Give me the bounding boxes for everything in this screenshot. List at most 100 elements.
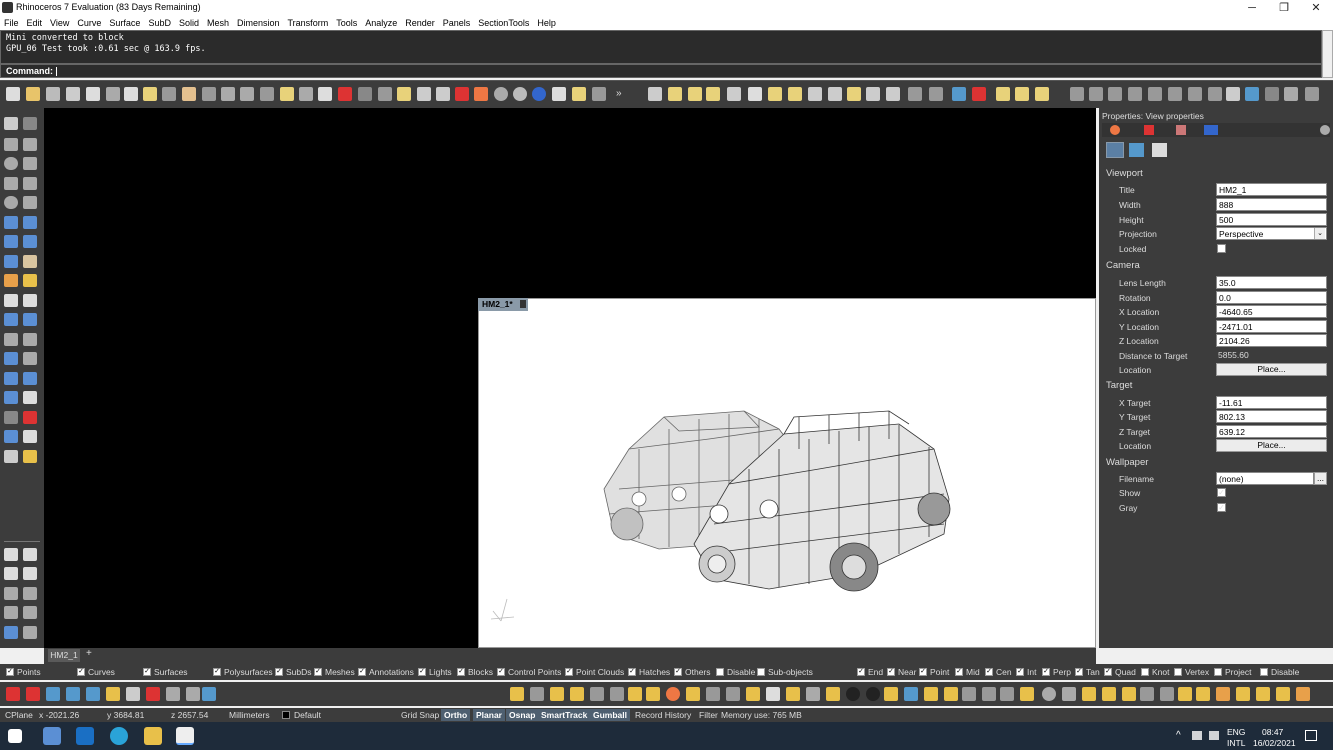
osnap-point[interactable]: ✓ Point [919, 667, 949, 677]
grid-points-icon[interactable] [397, 87, 411, 101]
hand-icon[interactable] [23, 274, 37, 287]
osnap-end[interactable]: ✓ End [857, 667, 883, 677]
filename-field[interactable]: (none) [1216, 472, 1314, 485]
text-object-icon[interactable] [1284, 87, 1298, 101]
menu-help[interactable]: Help [533, 16, 560, 30]
black-sphere-icon[interactable] [846, 687, 860, 701]
cylinder-icon[interactable] [4, 255, 18, 268]
add-viewport-tab-button[interactable]: + [86, 648, 92, 659]
paint-bucket-icon[interactable] [766, 687, 780, 701]
show-icon[interactable] [866, 87, 880, 101]
menu-panels[interactable]: Panels [439, 16, 475, 30]
decal-tab-icon[interactable] [1176, 125, 1186, 135]
rhino-taskbar-icon[interactable] [176, 727, 194, 745]
cone-icon[interactable] [1296, 687, 1310, 701]
osnap-knot[interactable]: Knot [1141, 667, 1170, 677]
volume-icon[interactable] [1209, 731, 1219, 740]
show-checkbox[interactable]: ✓ [1217, 488, 1226, 497]
box-icon[interactable] [4, 235, 18, 248]
windows-start-icon[interactable] [8, 729, 22, 743]
record-history-toggle[interactable]: Record History [632, 709, 694, 721]
save-icon[interactable] [46, 87, 60, 101]
width-field[interactable]: 888 [1216, 198, 1327, 211]
map-icon[interactable] [904, 687, 918, 701]
cplane-view-icon[interactable] [1128, 87, 1142, 101]
osnap-cen[interactable]: ✓ Cen [985, 667, 1012, 677]
cplane-rotate-icon[interactable] [1168, 87, 1182, 101]
crosshair-icon[interactable] [4, 567, 18, 580]
fillet-icon[interactable] [4, 313, 18, 326]
gumball-toggle[interactable]: Gumball [590, 709, 631, 721]
analysis-icon[interactable] [4, 430, 18, 443]
x-target-field[interactable]: -11.61 [1216, 396, 1327, 409]
title-field[interactable]: HM2_1 [1216, 183, 1327, 196]
y-target-field[interactable]: 802.13 [1216, 410, 1327, 423]
filter-subds[interactable]: ✓ SubDs [275, 667, 312, 677]
twist-icon[interactable] [826, 687, 840, 701]
filter-control-points[interactable]: ✓ Control Points [497, 667, 561, 677]
menu-surface[interactable]: Surface [105, 16, 144, 30]
close-button[interactable]: ✕ [1300, 0, 1332, 16]
lens-length-field[interactable]: 35.0 [1216, 276, 1327, 289]
menu-edit[interactable]: Edit [23, 16, 47, 30]
layer-search-icon[interactable] [166, 687, 180, 701]
dot-pattern-icon[interactable] [726, 687, 740, 701]
pan-icon[interactable] [182, 87, 196, 101]
color-wheel-icon[interactable] [474, 87, 488, 101]
named-cplane-icon[interactable] [1245, 87, 1259, 101]
directional-light-icon[interactable] [688, 87, 702, 101]
minimize-button[interactable]: ─ [1236, 0, 1268, 16]
clock-date[interactable]: 16/02/2021 [1253, 738, 1296, 748]
menu-tools[interactable]: Tools [332, 16, 361, 30]
file-explorer-icon[interactable] [144, 727, 162, 745]
scene-icon[interactable] [686, 687, 700, 701]
cplane-label[interactable]: CPlane [2, 709, 36, 721]
box-render-icon[interactable] [570, 687, 584, 701]
book-icon[interactable] [944, 687, 958, 701]
filter-meshes[interactable]: ✓ Meshes [314, 667, 355, 677]
snap-tool-icon[interactable] [510, 687, 524, 701]
polyline-icon[interactable] [4, 138, 18, 151]
delete-view-icon[interactable] [972, 87, 986, 101]
cplane-object-icon[interactable] [1148, 87, 1162, 101]
pattern-icon[interactable] [706, 687, 720, 701]
open-file-icon[interactable] [26, 87, 40, 101]
eraser-icon[interactable] [23, 255, 37, 268]
tangent-line-icon[interactable] [23, 567, 37, 580]
new-file-icon[interactable] [6, 87, 20, 101]
osnap-int[interactable]: ✓ Int [1016, 667, 1036, 677]
circle-icon[interactable] [4, 157, 18, 170]
sun-icon[interactable] [572, 87, 586, 101]
command-scrollbar[interactable] [1322, 30, 1333, 78]
line-icon[interactable] [4, 294, 18, 307]
menu-transform[interactable]: Transform [284, 16, 333, 30]
scissors-icon[interactable] [1160, 687, 1174, 701]
text-icon[interactable] [1265, 87, 1279, 101]
filter-point-clouds[interactable]: ✓ Point Clouds [565, 667, 624, 677]
copy-icon[interactable] [124, 87, 138, 101]
network-icon[interactable] [1192, 731, 1202, 740]
named-view-icon[interactable] [952, 87, 966, 101]
rectangle-icon[interactable] [23, 177, 37, 190]
bars-icon[interactable] [1178, 687, 1192, 701]
render-icon[interactable] [4, 450, 18, 463]
menu-curve[interactable]: Curve [73, 16, 105, 30]
hide-icon[interactable] [847, 87, 861, 101]
dimension-icon[interactable] [1305, 87, 1319, 101]
sphere-icon[interactable] [1042, 687, 1056, 701]
layer-display-icon[interactable] [202, 687, 216, 701]
planar-toggle[interactable]: Planar [473, 709, 505, 721]
viewport-tab-hm2-1[interactable]: HM2_1 [48, 649, 80, 662]
osnap-tan[interactable]: ✓ Tan [1075, 667, 1100, 677]
probe-icon[interactable] [610, 687, 624, 701]
calculator-icon[interactable] [43, 727, 61, 745]
print-icon[interactable] [66, 87, 80, 101]
layer-delete-icon[interactable] [146, 687, 160, 701]
folder-icon[interactable] [628, 687, 642, 701]
browse-button[interactable]: ... [1314, 472, 1327, 485]
rpc-tab-icon[interactable] [1204, 125, 1218, 135]
point-icon[interactable] [358, 87, 372, 101]
bisector-icon[interactable] [4, 587, 18, 600]
diamond-icon[interactable] [1020, 687, 1034, 701]
render-box-icon[interactable] [884, 687, 898, 701]
